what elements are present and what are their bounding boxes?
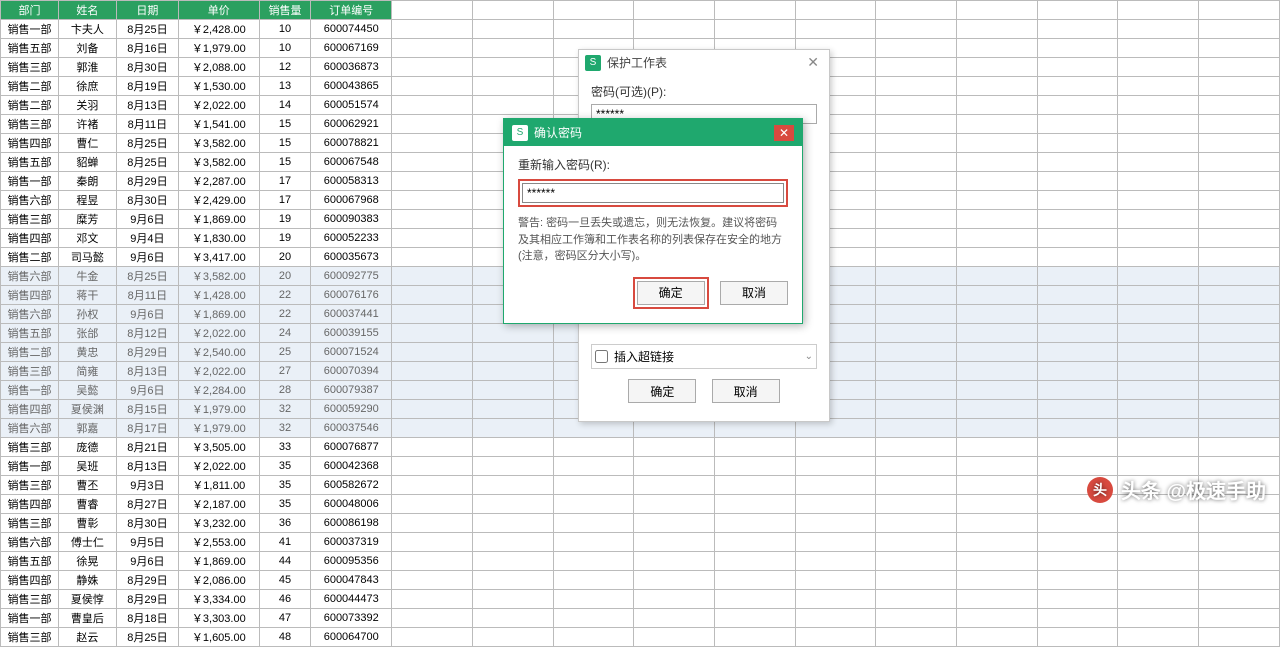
dialog2-cancel-button[interactable]: 取消 [720,281,788,305]
dialog2-ok-button[interactable]: 确定 [637,281,705,305]
option-row[interactable]: 插入超链接 ⌄ [591,344,817,369]
table-row[interactable]: 销售六部傅士仁9月5日￥2,553.0041600037319 [1,533,1280,552]
table-row[interactable]: 销售五部徐晃9月6日￥1,869.0044600095356 [1,552,1280,571]
reenter-highlight [518,179,788,207]
dialog2-title: 确认密码 [534,124,774,141]
column-header[interactable]: 订单编号 [311,1,392,20]
close-icon[interactable]: ✕ [774,125,794,141]
watermark-logo-icon: 头 [1087,477,1113,503]
table-row[interactable]: 销售一部卞夫人8月25日￥2,428.0010600074450 [1,20,1280,39]
table-row[interactable]: 销售一部吴班8月13日￥2,022.0035600042368 [1,457,1280,476]
insert-hyperlink-label: 插入超链接 [614,348,674,365]
password-label: 密码(可选)(P): [591,83,817,100]
column-header[interactable]: 单价 [178,1,259,20]
table-row[interactable]: 销售四部静姝8月29日￥2,086.0045600047843 [1,571,1280,590]
column-header[interactable]: 部门 [1,1,59,20]
column-header[interactable]: 销售量 [259,1,311,20]
table-row[interactable]: 销售一部曹皇后8月18日￥3,303.0047600073392 [1,609,1280,628]
warning-text: 警告: 密码一旦丢失或遗忘，则无法恢复。建议将密码及其相应工作簿和工作表名称的列… [518,215,788,265]
dialog1-ok-button[interactable]: 确定 [628,379,696,403]
confirm-password-dialog: S 确认密码 ✕ 重新输入密码(R): 警告: 密码一旦丢失或遗忘，则无法恢复。… [503,118,803,324]
table-row[interactable]: 销售三部庞德8月21日￥3,505.0033600076877 [1,438,1280,457]
dialog1-title: 保护工作表 [607,54,803,71]
column-header[interactable]: 姓名 [58,1,116,20]
close-icon[interactable]: ✕ [803,54,823,71]
chevron-down-icon[interactable]: ⌄ [805,351,813,362]
column-header[interactable]: 日期 [116,1,178,20]
insert-hyperlink-checkbox[interactable] [595,350,608,363]
table-row[interactable]: 销售三部曹彰8月30日￥3,232.0036600086198 [1,514,1280,533]
dialog1-cancel-button[interactable]: 取消 [712,379,780,403]
reenter-password-input[interactable] [522,183,784,203]
app-icon: S [512,125,528,141]
reenter-label: 重新输入密码(R): [518,156,788,173]
table-row[interactable]: 销售三部夏侯惇8月29日￥3,334.0046600044473 [1,590,1280,609]
watermark-text: 头条 @极速手助 [1121,475,1266,504]
watermark: 头 头条 @极速手助 [1087,475,1266,504]
ok-highlight: 确定 [633,277,709,309]
app-icon: S [585,55,601,71]
table-row[interactable]: 销售三部赵云8月25日￥1,605.0048600064700 [1,628,1280,647]
